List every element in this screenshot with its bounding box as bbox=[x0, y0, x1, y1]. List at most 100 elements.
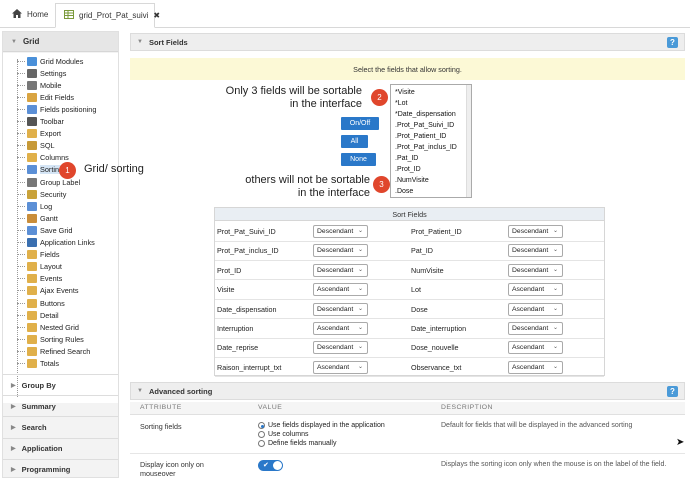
sidebar-item-security[interactable]: Security bbox=[17, 188, 66, 200]
listbox-option[interactable]: *Date_dispensation bbox=[391, 109, 471, 120]
sort-order-select[interactable]: Descendant ⌄ bbox=[508, 244, 563, 258]
help-icon[interactable]: ? bbox=[667, 386, 678, 397]
sidebar-section-search[interactable]: ▶ Search bbox=[3, 416, 118, 437]
sort-order-select[interactable]: Descendant ⌄ bbox=[508, 322, 563, 335]
sidebar-item-settings[interactable]: Settings bbox=[17, 67, 66, 79]
none-button[interactable]: None bbox=[341, 153, 376, 166]
sort-order-select[interactable]: Ascendant ⌄ bbox=[313, 322, 368, 335]
wrench-icon bbox=[27, 117, 37, 126]
help-icon[interactable]: ? bbox=[667, 37, 678, 48]
sidebar-item-sorting[interactable]: Sorting bbox=[17, 164, 64, 176]
sort-order-select[interactable]: Descendant ⌄ bbox=[508, 263, 563, 277]
sidebar-item-ajax-events[interactable]: Ajax Events bbox=[17, 285, 79, 297]
sort-field-label: Observance_txt bbox=[411, 362, 462, 372]
on-off-button[interactable]: On/Off bbox=[341, 117, 379, 130]
sidebar-item-grid-modules[interactable]: Grid Modules bbox=[17, 55, 83, 67]
col-description: DESCRIPTION bbox=[441, 404, 493, 411]
save-icon bbox=[27, 225, 37, 235]
sidebar-item-label: Detail bbox=[40, 310, 59, 320]
sidebar-item-columns[interactable]: Columns bbox=[17, 152, 69, 164]
sort-order-select[interactable]: Descendant ⌄ bbox=[313, 341, 368, 355]
sidebar-item-gantt[interactable]: Gantt bbox=[17, 212, 58, 224]
sort-order-select[interactable]: Ascendant ⌄ bbox=[508, 302, 563, 316]
sort-field-label: Date_dispensation bbox=[217, 304, 277, 314]
chevron-down-icon: ⌄ bbox=[357, 247, 363, 254]
chevron-down-icon: ⌄ bbox=[552, 247, 558, 254]
sidebar-section-grid[interactable]: ▼ Grid bbox=[3, 32, 118, 52]
tree-tick bbox=[17, 72, 25, 74]
sortable-fields-listbox[interactable]: *Visite *Lot *Date_dispensation .Prot_Pat_S… bbox=[390, 84, 472, 198]
chevron-down-icon: ⌄ bbox=[357, 266, 363, 273]
tree-tick bbox=[17, 229, 25, 231]
sort-fields-table: Sort Fields Prot_Pat_Suivi_ID Descendant ⌄… bbox=[214, 207, 605, 378]
sidebar-item-fields[interactable]: Fields bbox=[17, 249, 59, 261]
sidebar-item-sorting-rules[interactable]: Sorting Rules bbox=[17, 333, 84, 345]
listbox-option[interactable]: .Prot_Pat_inclus_ID bbox=[391, 142, 471, 153]
sort-order-select[interactable]: Descendant ⌄ bbox=[313, 302, 368, 316]
listbox-option[interactable]: .Pat_ID bbox=[391, 153, 471, 164]
sidebar-section-programming[interactable]: ▶ Programming bbox=[3, 458, 118, 480]
listbox-option[interactable]: .Dose bbox=[391, 186, 471, 197]
sidebar-item-mobile[interactable]: Mobile bbox=[17, 79, 62, 91]
sidebar-item-nested-grid[interactable]: Nested Grid bbox=[17, 321, 79, 333]
caret-down-icon: ▼ bbox=[137, 39, 143, 45]
caret-right-icon: ▶ bbox=[11, 403, 16, 410]
sidebar-item-edit-fields[interactable]: Edit Fields bbox=[17, 91, 74, 103]
all-button[interactable]: All bbox=[341, 135, 368, 148]
tab-home-label: Home bbox=[27, 9, 49, 19]
tree-tick bbox=[17, 108, 25, 110]
sort-order-select[interactable]: Ascendant ⌄ bbox=[508, 341, 563, 355]
mouseover-toggle[interactable]: ✔ bbox=[258, 460, 283, 471]
radio-use-fields[interactable]: Use fields displayed in the application bbox=[258, 421, 385, 430]
listbox-option[interactable]: .Prot_Pat_Suivi_ID bbox=[391, 120, 471, 131]
sort-order-select[interactable]: Ascendant ⌄ bbox=[313, 283, 368, 297]
sidebar-item-log[interactable]: Log bbox=[17, 200, 52, 212]
sidebar: ▼ Grid Grid Modules Settings Mobile Edit Fi… bbox=[2, 31, 119, 478]
listbox-option[interactable]: .NumVisite bbox=[391, 175, 471, 186]
sort-table-row: Date_reprise Descendant ⌄ Dose_nouvelle Asce… bbox=[215, 338, 604, 358]
sort-order-select[interactable]: Ascendant ⌄ bbox=[508, 283, 563, 297]
sidebar-item-label: Log bbox=[40, 201, 53, 211]
sort-order-select[interactable]: Ascendant ⌄ bbox=[313, 360, 368, 374]
listbox-option[interactable]: *Visite bbox=[391, 87, 471, 98]
listbox-option[interactable]: *Lot bbox=[391, 98, 471, 109]
sidebar-item-detail[interactable]: Detail bbox=[17, 309, 59, 321]
sidebar-item-buttons[interactable]: Buttons bbox=[17, 297, 65, 309]
sidebar-item-totals[interactable]: Totals bbox=[17, 358, 59, 370]
sidebar-item-fields-positioning[interactable]: Fields positioning bbox=[17, 103, 96, 115]
sidebar-item-export[interactable]: Export bbox=[17, 128, 61, 140]
listbox-scrollbar[interactable] bbox=[466, 85, 471, 197]
sort-order-select[interactable]: Descendant ⌄ bbox=[313, 263, 368, 277]
sidebar-item-toolbar[interactable]: Toolbar bbox=[17, 116, 64, 128]
tab-home[interactable]: Home bbox=[4, 3, 52, 25]
folder-icon bbox=[27, 359, 37, 368]
tree-tick bbox=[17, 290, 25, 292]
tree-tick bbox=[17, 205, 25, 207]
sidebar-item-events[interactable]: Events bbox=[17, 273, 62, 285]
sidebar-item-layout[interactable]: Layout bbox=[17, 261, 62, 273]
sidebar-section-application[interactable]: ▶ Application bbox=[3, 437, 118, 459]
sidebar-item-label: Mobile bbox=[40, 80, 62, 90]
radio-define-manually[interactable]: Define fields manually bbox=[258, 439, 385, 448]
sidebar-item-save-grid[interactable]: Save Grid bbox=[17, 224, 72, 236]
radio-use-columns[interactable]: Use columns bbox=[258, 430, 385, 439]
folder-icon bbox=[27, 298, 37, 308]
grid-icon bbox=[64, 10, 74, 21]
listbox-option[interactable]: .Prot_Patient_ID bbox=[391, 131, 471, 142]
tree-tick bbox=[17, 84, 25, 86]
close-icon[interactable]: ✖ bbox=[153, 11, 160, 20]
sidebar-section-summary[interactable]: ▶ Summary bbox=[3, 395, 118, 416]
tab-grid-prot-pat-suivi[interactable]: grid_Prot_Pat_suivi ✖ bbox=[55, 3, 160, 28]
sort-order-select[interactable]: Descendant ⌄ bbox=[508, 225, 563, 238]
sort-order-select[interactable]: Ascendant ⌄ bbox=[508, 360, 563, 374]
sidebar-item-refined-search[interactable]: Refined Search bbox=[17, 345, 90, 357]
sorting-fields-options: Use fields displayed in the application … bbox=[258, 421, 385, 448]
sidebar-item-sql[interactable]: SQL bbox=[17, 140, 55, 152]
sidebar-item-application-links[interactable]: Application Links bbox=[17, 237, 95, 249]
sort-order-select[interactable]: Descendant ⌄ bbox=[313, 225, 368, 238]
sort-order-select[interactable]: Descendant ⌄ bbox=[313, 244, 368, 258]
gear-icon bbox=[27, 68, 37, 78]
sidebar-section-group-by[interactable]: ▶ Group By bbox=[3, 374, 118, 395]
folder-icon bbox=[27, 129, 37, 139]
listbox-option[interactable]: .Prot_ID bbox=[391, 164, 471, 175]
